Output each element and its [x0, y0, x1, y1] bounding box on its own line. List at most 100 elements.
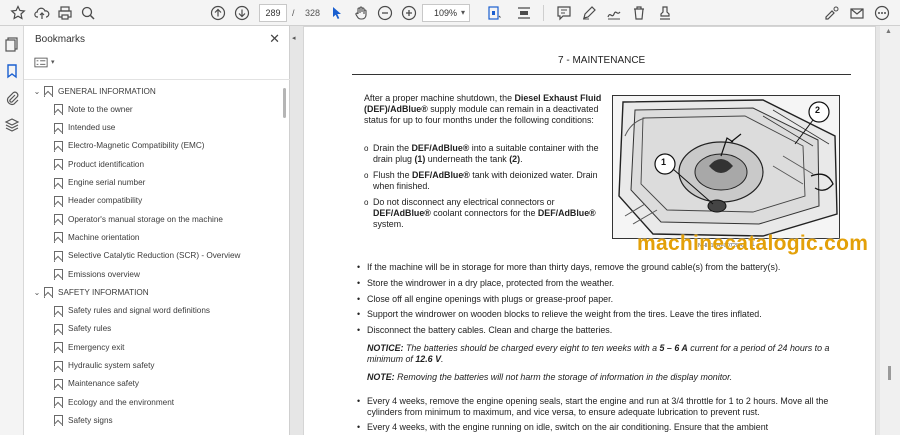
zoom-out-icon[interactable] [375, 3, 395, 23]
bookmark-icon [54, 323, 63, 335]
panel-scrollbar[interactable] [283, 88, 286, 118]
bookmark-icon [54, 232, 63, 244]
bookmark-icon [44, 86, 53, 97]
delete-trash-icon[interactable] [629, 3, 649, 23]
bookmark-item[interactable]: Note to the owner [54, 100, 133, 118]
bookmark-icon [54, 269, 63, 280]
header-rule [352, 74, 851, 75]
bookmark-icon [54, 159, 63, 171]
note-paragraph: NOTE: Removing the batteries will not ha… [367, 372, 851, 383]
bookmark-star-icon[interactable] [8, 3, 28, 23]
stamp-icon[interactable] [655, 3, 675, 23]
bullet-text: Support the windrower on wooden blocks t… [367, 309, 762, 319]
bookmark-item[interactable]: Electro-Magnetic Compatibility (EMC) [54, 137, 205, 155]
toolbar-divider [543, 5, 544, 21]
storage-bullet: • Support the windrower on wooden blocks … [357, 309, 847, 320]
bookmark-label: SAFETY INFORMATION [58, 287, 149, 297]
fill-sign-icon[interactable] [604, 3, 624, 23]
notice-paragraph: NOTICE: The batteries should be charged … [367, 343, 851, 365]
notice-text: . [441, 354, 444, 364]
scrollbar-thumb[interactable] [888, 366, 891, 380]
bookmark-icon [54, 397, 63, 409]
bookmark-item[interactable]: Maintenance safety [54, 375, 139, 393]
bookmark-section[interactable]: ⌄ SAFETY INFORMATION [32, 283, 149, 301]
note-text: Removing the batteries will not harm the… [394, 372, 733, 382]
bookmarks-icon[interactable] [4, 63, 20, 79]
bookmark-item[interactable]: Selective Catalytic Reduction (SCR) - Ov… [54, 247, 240, 265]
condition-bold: DEF/AdBlue® [537, 208, 596, 218]
bookmark-item[interactable]: Emergency exit [54, 338, 124, 356]
bookmark-item[interactable]: Safety signs [54, 411, 113, 429]
previous-page-icon[interactable] [208, 3, 228, 23]
print-icon[interactable] [55, 3, 75, 23]
scrolling-mode-icon[interactable] [514, 3, 534, 23]
bookmark-item[interactable]: Header compatibility [54, 192, 142, 210]
bookmark-item[interactable]: Operator's manual storage on the machine [54, 210, 223, 228]
condition-text: Flush the [373, 170, 412, 180]
bookmark-item[interactable]: Hydraulic system safety [54, 357, 154, 375]
condition-bold: DEF/AdBlue® [411, 143, 470, 153]
bookmark-item[interactable]: Machine orientation [54, 228, 139, 246]
condition-item: o Drain the DEF/AdBlue® into a suitable … [364, 143, 605, 165]
chevron-down-icon[interactable]: ⌄ [32, 87, 42, 96]
pen-highlight-icon[interactable] [579, 3, 599, 23]
bullet-marker: o [364, 144, 369, 153]
bullet-marker: • [357, 325, 361, 335]
bullet-text: If the machine will be in storage for mo… [367, 262, 781, 272]
find-magnifier-icon[interactable] [78, 3, 98, 23]
bookmark-label: Product identification [68, 159, 145, 169]
bookmark-item[interactable]: Safety rules and signal word definitions [54, 302, 210, 320]
page-thumbnails-icon[interactable] [4, 36, 20, 52]
bullet-marker: o [364, 171, 369, 180]
scroll-up-icon[interactable]: ▲ [885, 28, 892, 35]
more-tools-icon[interactable] [872, 3, 892, 23]
callout-number: 1 [661, 157, 667, 167]
toolbar: 289 / 328 109% ▾ [0, 0, 900, 26]
intro-paragraph: After a proper machine shutdown, the Die… [364, 93, 604, 126]
notice-bold: 5 – 6 A [659, 343, 688, 353]
next-page-icon[interactable] [232, 3, 252, 23]
bookmark-label: Hydraulic system safety [68, 361, 155, 370]
close-icon[interactable]: ✕ [269, 31, 280, 47]
bookmark-options-button[interactable]: ▾ [34, 54, 58, 70]
bookmark-icon [54, 305, 63, 317]
zoom-in-icon[interactable] [399, 3, 419, 23]
zoom-level-select[interactable]: 109% ▾ [422, 4, 470, 22]
sign-pen-icon[interactable] [822, 3, 842, 23]
document-scrollbar[interactable]: ▲ [880, 26, 900, 435]
def-tank-figure: 1 2 [612, 95, 840, 239]
layers-icon[interactable] [4, 117, 20, 133]
page-number-input[interactable]: 289 [259, 4, 287, 22]
chevron-down-icon[interactable]: ⌄ [32, 288, 42, 297]
bookmark-item[interactable]: Ecology and the environment [54, 393, 174, 411]
bookmark-item[interactable]: Intended use [54, 119, 115, 137]
bookmark-icon [54, 415, 63, 427]
page-fit-icon[interactable] [484, 3, 504, 23]
bookmark-icon [54, 342, 63, 354]
email-envelope-icon[interactable] [847, 3, 867, 23]
panel-collapse-handle[interactable]: ◂ [290, 26, 300, 435]
navigation-rail [0, 26, 24, 435]
bookmark-item[interactable]: Safety rules [54, 320, 111, 338]
bookmark-item[interactable]: Emissions overview [54, 265, 140, 283]
upload-cloud-icon[interactable] [32, 3, 52, 23]
bookmark-icon [54, 214, 63, 226]
condition-item: o Do not disconnect any electrical conne… [364, 197, 605, 230]
bookmark-tree: ⌄ GENERAL INFORMATION Note to the owner Int… [24, 81, 282, 435]
hand-tool-icon[interactable] [351, 3, 371, 23]
select-cursor-icon[interactable] [327, 3, 347, 23]
zoom-level-value: 109% [434, 8, 458, 18]
comment-icon[interactable] [554, 3, 574, 23]
storage-bullet: • Close off all engine openings with plug… [357, 294, 847, 305]
storage-bullet: • Disconnect the battery cables. Clean an… [357, 325, 847, 336]
condition-text: . [520, 154, 523, 164]
bookmark-item[interactable]: Engine serial number [54, 174, 145, 192]
note-label: NOTE: [367, 372, 395, 382]
bookmark-item[interactable]: Product identification [54, 155, 144, 173]
chevron-down-icon: ▾ [51, 59, 55, 66]
bookmark-icon [54, 104, 63, 116]
attachments-paperclip-icon[interactable] [4, 90, 20, 106]
condition-bold: DEF/AdBlue® [373, 208, 431, 218]
bookmark-label: Safety rules [68, 324, 112, 334]
bookmark-section[interactable]: ⌄ GENERAL INFORMATION [32, 82, 156, 100]
